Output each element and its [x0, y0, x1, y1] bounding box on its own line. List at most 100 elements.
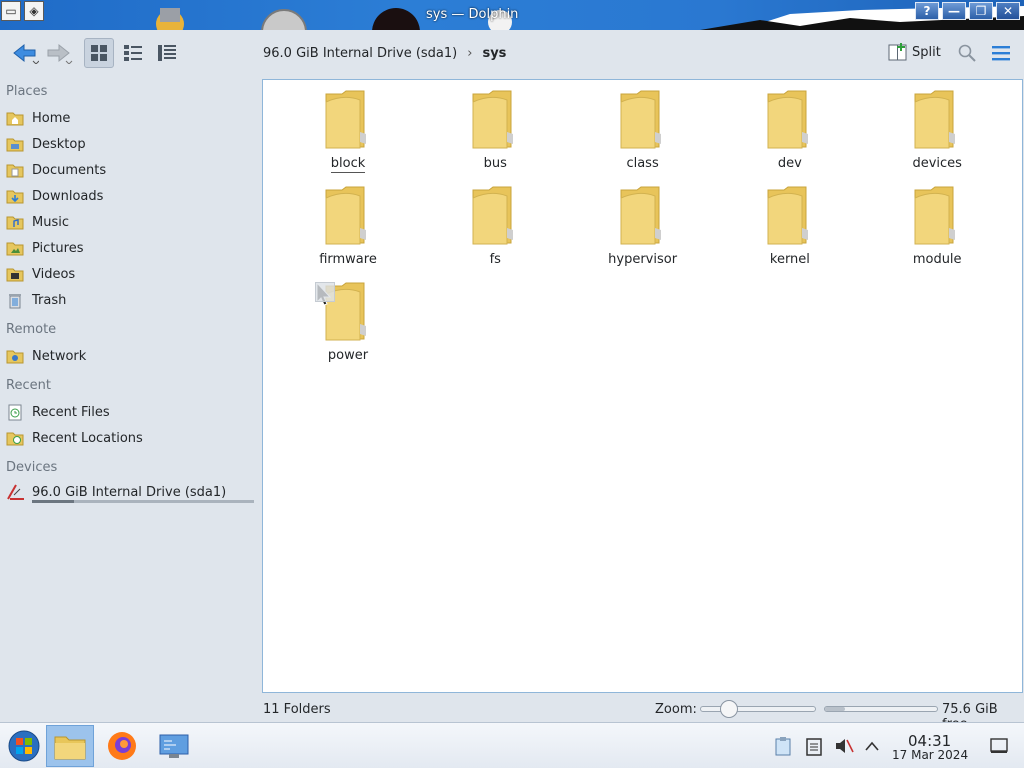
trash-icon [6, 291, 24, 309]
folder-name: firmware [319, 252, 377, 267]
sidebar-item-label: Trash [32, 292, 67, 308]
taskbar-firefox[interactable] [98, 725, 146, 767]
drive-usage-fill [32, 500, 75, 503]
tray-notes[interactable] [803, 735, 825, 757]
sidebar-item-desktop[interactable]: Desktop [6, 132, 254, 156]
sidebar-item-label: Recent Locations [32, 430, 143, 446]
start-orb-icon [8, 730, 40, 762]
folder-name: dev [777, 156, 802, 171]
folder-item[interactable]: hypervisor [583, 184, 703, 276]
close-button[interactable]: ✕ [996, 2, 1020, 20]
forward-arrow-icon [47, 43, 73, 64]
tray-volume[interactable] [833, 735, 855, 757]
sidebar-item-videos[interactable]: Videos [6, 262, 254, 286]
folder-name: class [626, 156, 659, 171]
sidebar-item-documents[interactable]: Documents [6, 158, 254, 182]
show-desktop-icon [990, 738, 1008, 753]
folder-item[interactable]: firmware [288, 184, 408, 276]
folder-icon [325, 186, 366, 245]
zoom-slider[interactable] [700, 706, 816, 712]
clock-date[interactable]: 17 Mar 2024 [892, 748, 968, 762]
system-monitor-icon [159, 734, 189, 758]
folder-item[interactable]: bus [435, 88, 555, 180]
folder-app-icon [54, 736, 86, 760]
file-view[interactable]: block bus class dev devices firmware fs hypervi… [262, 79, 1023, 693]
minimize-button[interactable]: — [942, 2, 966, 20]
sidebar-item-label: Desktop [32, 136, 86, 152]
compact-view-button[interactable] [118, 38, 148, 68]
folder-item[interactable]: dev [730, 88, 850, 180]
folder-name: kernel [769, 252, 810, 267]
search-button[interactable] [954, 38, 980, 68]
folder-item[interactable]: class [583, 88, 703, 180]
back-arrow-icon [13, 43, 39, 64]
taskbar: 04:31 17 Mar 2024 [0, 722, 1024, 768]
sidebar-item-label: 96.0 GiB Internal Drive (sda1) [32, 484, 227, 500]
back-button[interactable] [8, 38, 42, 68]
sidebar-item-label: Videos [32, 266, 76, 282]
folder-name: hypervisor [608, 252, 678, 267]
split-button[interactable]: Split [888, 42, 941, 62]
sidebar-item-trash[interactable]: Trash [6, 288, 254, 312]
folder-name: fs [489, 252, 501, 267]
sidebar-item-recent-files[interactable]: Recent Files [6, 400, 254, 424]
folder-name: block [330, 156, 366, 173]
folder-item[interactable]: devices [877, 88, 997, 180]
sidebar-item-recent-locations[interactable]: Recent Locations [6, 426, 254, 450]
chevron-up-icon [865, 741, 879, 751]
toolbar: 96.0 GiB Internal Drive (sda1) › sys Spl… [0, 30, 1024, 76]
window-menu-icon[interactable]: ◈ [24, 1, 44, 21]
breadcrumb-separator[interactable]: › [467, 46, 472, 61]
breadcrumb: 96.0 GiB Internal Drive (sda1) › sys [263, 46, 506, 61]
maximize-button[interactable]: ❐ [969, 2, 993, 20]
split-label: Split [912, 44, 941, 60]
folder-icon [472, 186, 514, 245]
sidebar-item-home[interactable]: Home [6, 106, 254, 130]
folder-icon [767, 186, 808, 245]
breadcrumb-drive[interactable]: 96.0 GiB Internal Drive (sda1) [263, 46, 457, 61]
recent-files-icon [6, 403, 24, 421]
folder-item[interactable]: power [288, 280, 408, 372]
folder-count: 11 Folders [263, 702, 331, 717]
sidebar-item-label: Pictures [32, 240, 84, 256]
drive-icon [6, 483, 24, 501]
title-bar[interactable]: ▭ ◈ sys — Dolphin ? — ❐ ✕ [0, 0, 1024, 30]
free-space-bar [824, 706, 938, 712]
folder-item[interactable]: module [877, 184, 997, 276]
hamburger-menu-button[interactable] [988, 38, 1014, 68]
sidebar-item-label: Documents [32, 162, 107, 178]
downloads-folder-icon [6, 187, 24, 205]
compact-view-icon [124, 45, 142, 61]
breadcrumb-current[interactable]: sys [482, 46, 506, 61]
remote-section-title: Remote [6, 322, 57, 337]
drive-usage-bar [32, 500, 254, 503]
folder-item[interactable]: kernel [730, 184, 850, 276]
desktop-folder-icon [6, 135, 24, 153]
help-button[interactable]: ? [915, 2, 939, 20]
tray-expander[interactable] [861, 735, 883, 757]
app-menu-icon[interactable]: ▭ [1, 1, 21, 21]
sidebar-item-pictures[interactable]: Pictures [6, 236, 254, 260]
split-view-icon [888, 43, 907, 61]
taskbar-system-monitor[interactable] [150, 725, 198, 767]
firefox-icon [108, 732, 136, 760]
sidebar-item-music[interactable]: Music [6, 210, 254, 234]
home-folder-icon [6, 109, 24, 127]
tray-clipboard[interactable] [772, 735, 794, 757]
folder-icon [325, 90, 366, 149]
folder-item[interactable]: block [288, 88, 408, 180]
sidebar-item-network[interactable]: Network [6, 344, 254, 368]
selection-toggle-icon[interactable] [315, 282, 335, 302]
sidebar-item-downloads[interactable]: Downloads [6, 184, 254, 208]
details-view-button[interactable] [152, 38, 182, 68]
folder-item[interactable]: fs [435, 184, 555, 276]
folder-name: module [912, 252, 962, 267]
taskbar-dolphin[interactable] [46, 725, 94, 767]
status-bar: 11 Folders Zoom: 75.6 GiB free [0, 696, 1024, 732]
devices-section-title: Devices [6, 460, 58, 475]
start-menu-button[interactable] [0, 725, 48, 767]
show-desktop-button[interactable] [988, 735, 1010, 757]
icons-view-button[interactable] [84, 38, 114, 68]
forward-button[interactable] [44, 38, 74, 68]
zoom-slider-handle[interactable] [720, 700, 738, 718]
